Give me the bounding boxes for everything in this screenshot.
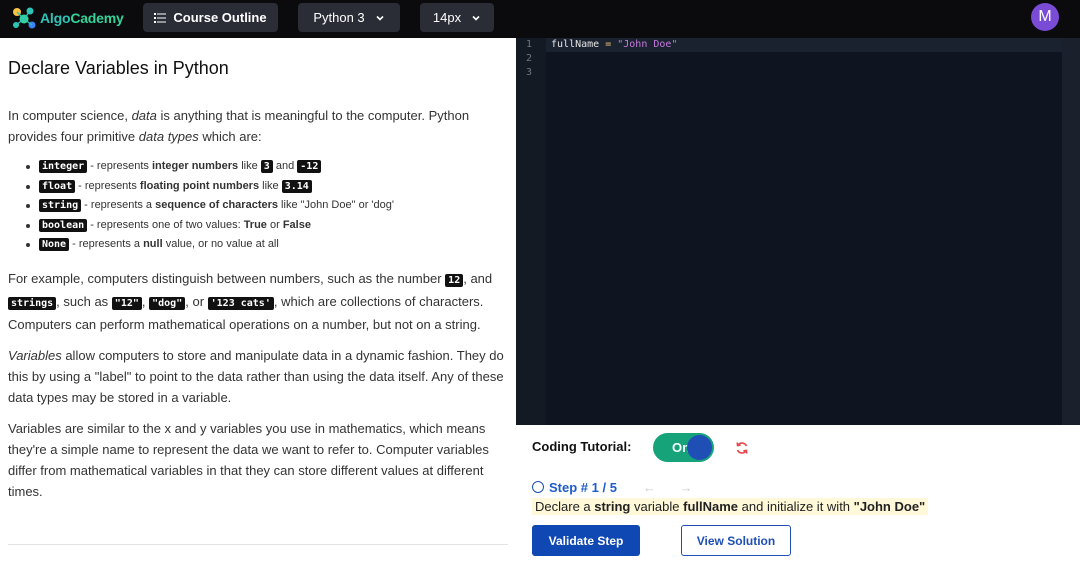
- step-nav-arrows[interactable]: ← →: [643, 480, 703, 495]
- line-number: 1: [526, 39, 533, 50]
- code-editor[interactable]: 1 2 3 fullName = "John Doe": [516, 38, 1080, 425]
- line-number: 3: [526, 67, 533, 78]
- data-types-list: integer - represents integer numbers lik…: [26, 157, 508, 255]
- list-icon: [154, 12, 167, 23]
- step-row: Step # 1 / 5 ← →: [532, 479, 703, 495]
- editor-scrollbar[interactable]: [1062, 38, 1080, 425]
- list-item: boolean - represents one of two values: …: [26, 216, 508, 236]
- toggle-knob: [687, 435, 712, 460]
- step-label: Step # 1 / 5: [549, 479, 617, 495]
- refresh-icon[interactable]: [735, 441, 749, 455]
- chevron-down-icon: [376, 15, 384, 21]
- tutorial-toggle[interactable]: On: [653, 433, 714, 462]
- list-item: integer - represents integer numbers lik…: [26, 157, 508, 177]
- chevron-down-icon: [472, 15, 480, 21]
- step-status-icon: [532, 481, 544, 493]
- course-outline-label: Course Outline: [173, 10, 267, 25]
- step-description: Declare a string variable fullName and i…: [532, 498, 929, 515]
- top-bar: AlgoCademy Course Outline Python 3 14px …: [0, 0, 1080, 38]
- coding-tutorial-label: Coding Tutorial:: [532, 439, 632, 454]
- language-select[interactable]: Python 3: [298, 3, 400, 32]
- validate-step-button[interactable]: Validate Step: [532, 525, 640, 556]
- variables-paragraph: Variables allow computers to store and m…: [8, 347, 504, 405]
- intro-paragraph: In computer science, data is anything th…: [8, 108, 470, 144]
- divider: [8, 544, 508, 545]
- coding-tutorial-panel: Coding Tutorial: On Step # 1 / 5 ← → Dec…: [516, 425, 1080, 566]
- brand-name: AlgoCademy: [40, 10, 124, 26]
- algocademy-logo[interactable]: AlgoCademy: [11, 6, 124, 30]
- font-size-select[interactable]: 14px: [420, 3, 494, 32]
- example-paragraph: For example, computers distinguish betwe…: [8, 270, 493, 332]
- logo-mark-icon: [13, 7, 36, 29]
- code-line[interactable]: fullName = "John Doe": [551, 38, 677, 52]
- list-item: None - represents a null value, or no va…: [26, 235, 508, 255]
- language-label: Python 3: [313, 10, 365, 25]
- lesson-title: Declare Variables in Python: [8, 58, 229, 78]
- list-item: string - represents a sequence of charac…: [26, 196, 508, 216]
- line-number-gutter: 1 2 3: [516, 38, 546, 425]
- code-text-area[interactable]: fullName = "John Doe": [546, 38, 1062, 425]
- list-item: float - represents floating point number…: [26, 177, 508, 197]
- course-outline-button[interactable]: Course Outline: [143, 3, 278, 32]
- font-size-label: 14px: [432, 10, 462, 25]
- view-solution-button[interactable]: View Solution: [681, 525, 791, 556]
- line-number: 2: [526, 53, 533, 64]
- user-avatar[interactable]: M: [1031, 3, 1059, 31]
- lesson-panel: Declare Variables in Python In computer …: [0, 38, 516, 566]
- math-paragraph: Variables are similar to the x and y var…: [8, 420, 489, 499]
